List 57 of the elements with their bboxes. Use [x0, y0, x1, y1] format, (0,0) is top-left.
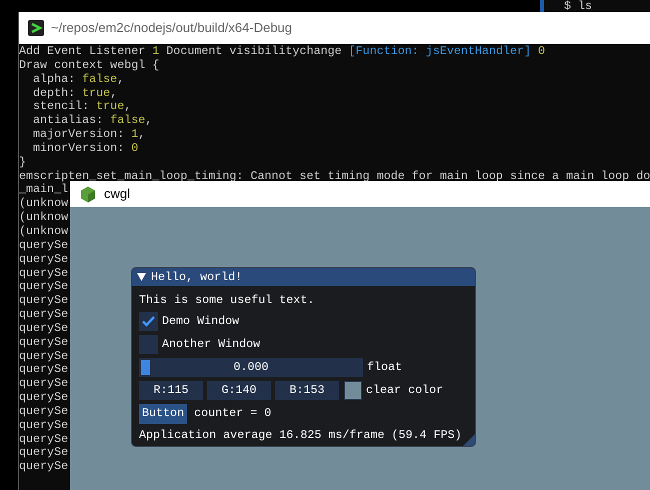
- checkbox-label: Another Window: [162, 336, 260, 353]
- imgui-button[interactable]: Button: [139, 404, 188, 424]
- hexagon-app-icon: [80, 186, 96, 202]
- console-line: _main_l: [19, 183, 68, 198]
- color-channel-field[interactable]: B:153: [275, 381, 339, 400]
- slider-label: float: [367, 358, 402, 376]
- console-line: }: [19, 156, 26, 170]
- console-line: querySe: [19, 404, 68, 419]
- console-line: querySe: [19, 350, 68, 364]
- checkmark-icon: [142, 316, 155, 327]
- console-line: querySe: [19, 363, 68, 378]
- slider-grab[interactable]: [141, 360, 150, 375]
- console-line: querySe: [19, 460, 68, 474]
- console-line: majorVersion: 1,: [32, 128, 146, 142]
- console-line: querySe: [19, 418, 68, 433]
- console-line: alpha: false,: [32, 72, 124, 87]
- console-line: Add Event Listener 1 Document visibilitychange [Function: jsEventHandler] 0: [19, 45, 546, 59]
- console-line: querySe: [19, 336, 68, 350]
- console-line: querySe: [19, 391, 68, 405]
- console-line: (unknow: [19, 211, 68, 225]
- console-line: querySe: [19, 377, 68, 392]
- color-channel-field[interactable]: G:140: [207, 381, 271, 400]
- checkbox[interactable]: [139, 312, 158, 331]
- console-line: (unknow: [19, 197, 68, 212]
- stats-text: Application average 16.825 ms/frame (59.4 FPS): [139, 428, 463, 442]
- color-channel-field[interactable]: R:115: [139, 381, 203, 400]
- imgui-title: Hello, world!: [151, 270, 242, 284]
- checkbox[interactable]: [139, 335, 158, 354]
- console-line: minorVersion: 0: [32, 142, 138, 156]
- collapse-triangle-icon[interactable]: [137, 273, 146, 281]
- float-slider[interactable]: 0.000: [139, 358, 363, 377]
- counter-text: counter = 0: [194, 405, 272, 422]
- console-line: (unknow: [19, 224, 68, 239]
- console-line: antialias: false,: [32, 114, 152, 128]
- console-line: querySe: [19, 280, 68, 294]
- color-swatch[interactable]: [344, 381, 362, 400]
- console-line: querySe: [19, 322, 68, 336]
- window-title: ~/repos/em2c/nodejs/out/build/x64-Debug: [51, 19, 292, 38]
- resize-grip-icon[interactable]: [463, 434, 475, 446]
- color-label: clear color: [366, 382, 444, 399]
- console-line: querySe: [19, 446, 68, 460]
- terminal-app-icon: [27, 19, 45, 37]
- console-line: stencil: true,: [32, 100, 132, 114]
- terminal-line: $ ls: [564, 0, 592, 12]
- console-line: querySe: [19, 308, 68, 322]
- console-line: Draw context webgl {: [19, 58, 160, 73]
- slider-value: 0.000: [233, 358, 269, 376]
- checkbox-label: Demo Window: [162, 312, 240, 330]
- console-line: depth: true,: [32, 86, 118, 100]
- console-line: querySe: [19, 238, 68, 253]
- console-line: querySe: [19, 266, 68, 280]
- console-line: querySe: [19, 432, 68, 446]
- console-line: emscripten_set_main_loop_timing: Cannot set timing mode for main loop since a main loop do: [19, 170, 650, 184]
- info-text: This is some useful text.: [139, 292, 316, 308]
- window-title: cwgl: [104, 185, 130, 204]
- console-line: querySe: [19, 252, 68, 266]
- console-line: querySe: [19, 294, 68, 308]
